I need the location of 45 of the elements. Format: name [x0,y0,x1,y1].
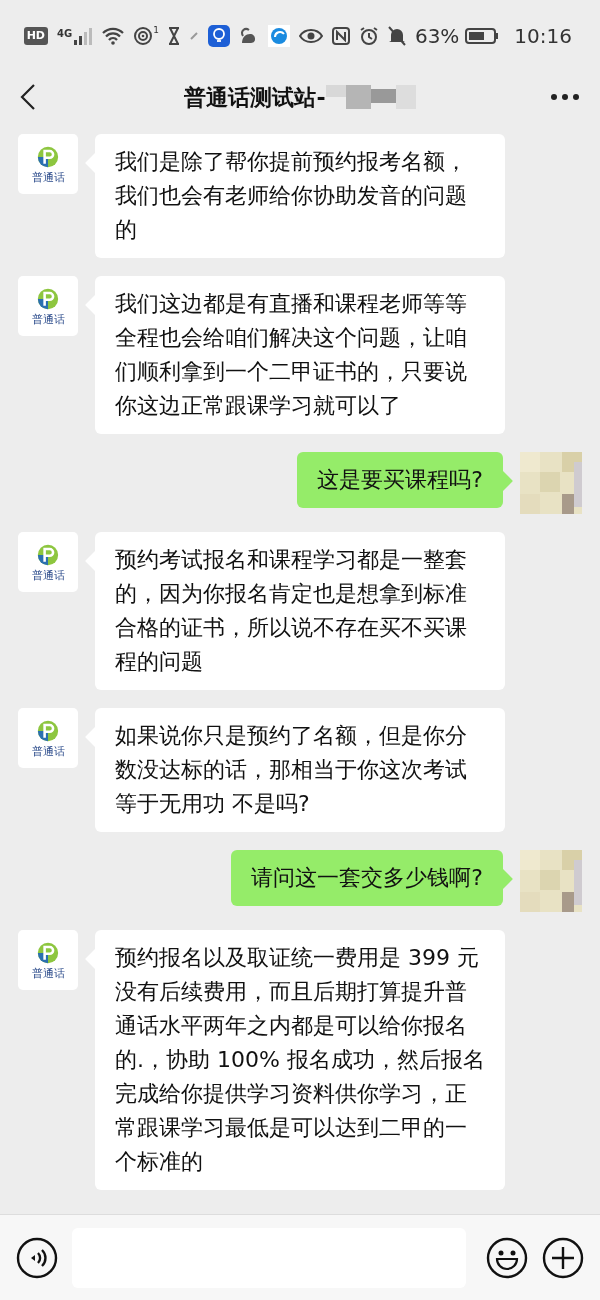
logo-icon [37,145,59,168]
bell-muted-icon [387,26,406,46]
browser-app-icon [267,25,290,47]
bulb-app-icon [207,25,230,47]
emoji-icon[interactable] [486,1236,528,1279]
clock-time: 10:16 [514,23,572,50]
sent-message: 请问这一套交多少钱啊? [231,850,503,906]
wifi-icon [102,27,125,45]
more-icon[interactable] [550,93,580,101]
contact-avatar[interactable]: 普通话 [18,134,78,194]
contact-avatar[interactable]: 普通话 [18,708,78,768]
nfc-icon [331,27,350,45]
voice-icon[interactable] [16,1236,58,1279]
contact-avatar[interactable]: 普通话 [18,930,78,990]
avatar-label: 普通话 [31,171,65,183]
add-icon[interactable] [542,1236,584,1279]
eye-icon [298,28,323,44]
logo-icon [37,941,59,964]
alarm-icon [358,26,379,46]
logo-icon [37,287,59,310]
link-icon [188,31,199,41]
hourglass-icon [167,27,180,45]
logo-icon [37,543,59,566]
contact-avatar[interactable]: 普通话 [18,276,78,336]
avatar-label: 普通话 [31,745,65,757]
contact-avatar[interactable]: 普通话 [18,532,78,592]
avatar-label: 普通话 [31,569,65,581]
battery-icon [465,28,500,44]
signal-icon [73,26,94,46]
hotspot-icon [133,26,154,46]
received-message: 预约考试报名和课程学习都是一整套的，因为你报名肯定也是想拿到标准合格的证书，所以说不存在买不买课程的问题 [95,532,505,690]
received-message: 预约报名以及取证统一费用是 399 元没有后续费用，而且后期打算提升普通话水平两年之内都是可以给你报名的.，协助 100% 报名成功，然后报名完成给你提供学习资料供你学习，正常跟课学习最低是可以达到二甲的一个标准的 [95,930,505,1190]
hd-indicator: HD [23,26,48,46]
network-label: 4G [57,27,73,41]
received-message: 我们这边都是有直播和课程老师等等全程也会给咱们解决这个问题，让咱们顺利拿到一个二甲证书的，只要说你这边正常跟课学习就可以了 [95,276,505,434]
received-message: 我们是除了帮你提前预约报考名额，我们也会有老师给你协助发音的问题的 [95,134,505,258]
back-icon[interactable] [20,84,36,110]
logo-icon [37,719,59,742]
battery-percent: 63% [414,23,460,50]
avatar-label: 普通话 [31,967,65,979]
received-message: 如果说你只是预约了名额，但是你分数没达标的话，那相当于你这次考试等于无用功 不是吗? [95,708,505,832]
hotspot-count: 1 [153,26,159,35]
avatar-label: 普通话 [31,313,65,325]
sent-message: 这是要买课程吗? [297,452,503,508]
chat-title: 普通话测试站- [184,83,326,112]
